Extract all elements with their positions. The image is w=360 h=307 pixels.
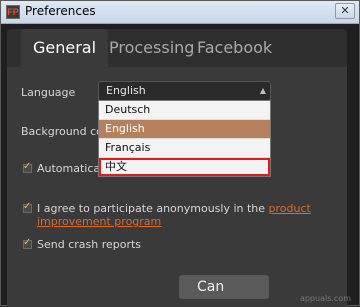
window-title: Preferences [25, 4, 96, 18]
language-option-francais[interactable]: Français [99, 139, 270, 158]
language-label: Language [21, 86, 76, 99]
preferences-window: FP Preferences ✕ General Processing Face… [0, 0, 360, 307]
watermark: appuals.com [299, 294, 351, 303]
participate-checkbox[interactable]: ✓ [23, 201, 32, 213]
tab-facebook[interactable]: Facebook [185, 29, 284, 67]
close-button[interactable]: ✕ [335, 3, 355, 19]
checkmark-icon: ✓ [23, 161, 32, 172]
crash-reports-label: Send crash reports [37, 238, 142, 251]
language-option-deutsch[interactable]: Deutsch [99, 101, 270, 120]
checkmark-icon: ✓ [23, 237, 32, 248]
language-option-chinese[interactable]: 中文 [99, 158, 270, 176]
participate-text: I agree to participate anonymously in th… [37, 202, 269, 215]
language-dropdown-list: Deutsch English Français 中文 [98, 100, 271, 177]
participate-label: I agree to participate anonymously in th… [37, 202, 347, 228]
language-select[interactable]: English ▲▼ [98, 81, 271, 113]
cancel-button[interactable]: Can [179, 275, 269, 299]
app-logo-icon: FP [6, 5, 20, 19]
tab-general[interactable]: General [21, 29, 109, 67]
language-option-english[interactable]: English [99, 120, 270, 139]
language-select-value: English [106, 84, 146, 97]
checkmark-icon: ✓ [23, 201, 32, 212]
auto-update-checkbox[interactable]: ✓ [23, 161, 32, 173]
title-bar: FP Preferences ✕ [1, 1, 359, 24]
crash-reports-checkbox[interactable]: ✓ [23, 237, 32, 249]
